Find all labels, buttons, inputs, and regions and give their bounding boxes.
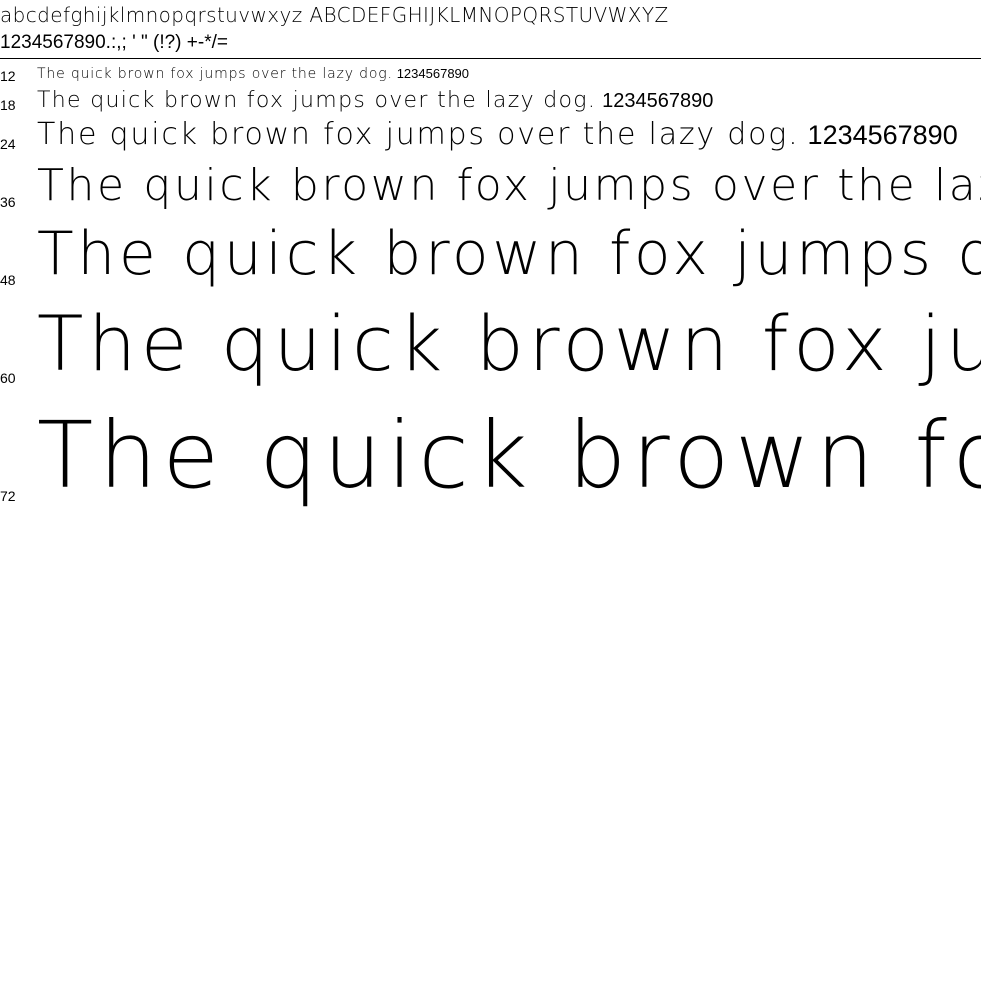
font-specimen-page: abcdefghijklmnopqrstuvwxyz ABCDEFGHIJKLM… (0, 0, 981, 982)
sample-line-60: The quick brown fox jumps over the lazy … (37, 296, 981, 395)
size-label-12: 12 (0, 68, 16, 84)
size-label-72: 72 (0, 488, 16, 504)
sample-digits: 1234567890 (396, 66, 470, 81)
size-label-60: 60 (0, 370, 16, 386)
sample-digits: 1234567890 (807, 120, 958, 150)
divider (0, 58, 981, 59)
size-label-24: 24 (0, 136, 16, 152)
sample-text: The quick brown fox jumps over the lazy … (37, 117, 800, 152)
numerals-line: 1234567890.:,; ' " (!?) +-*/= (0, 32, 228, 53)
sample-text: The quick brown fox jumps over the lazy … (37, 66, 393, 82)
sample-text: The quick brown fox jumps over the lazy … (37, 299, 981, 388)
sample-text: The quick brown fox jumps over the lazy … (37, 402, 981, 509)
sample-line-36: The quick brown fox jumps over the lazy … (37, 158, 981, 215)
size-label-36: 36 (0, 194, 16, 210)
sample-line-24: The quick brown fox jumps over the lazy … (37, 116, 958, 154)
size-label-18: 18 (0, 97, 16, 113)
sample-line-72: The quick brown fox jumps over the lazy … (37, 398, 981, 518)
sample-line-12: The quick brown fox jumps over the lazy … (37, 64, 469, 85)
sample-text: The quick brown fox jumps over the lazy … (37, 88, 597, 113)
sample-line-48: The quick brown fox jumps over the lazy … (37, 216, 981, 294)
sample-text: The quick brown fox jumps over the lazy … (37, 219, 981, 289)
size-label-48: 48 (0, 272, 16, 288)
alphabet-line: abcdefghijklmnopqrstuvwxyz ABCDEFGHIJKLM… (0, 3, 669, 27)
sample-line-18: The quick brown fox jumps over the lazy … (37, 86, 713, 115)
sample-digits: 1234567890 (602, 90, 714, 112)
sample-text: The quick brown fox jumps over the lazy … (37, 160, 981, 211)
